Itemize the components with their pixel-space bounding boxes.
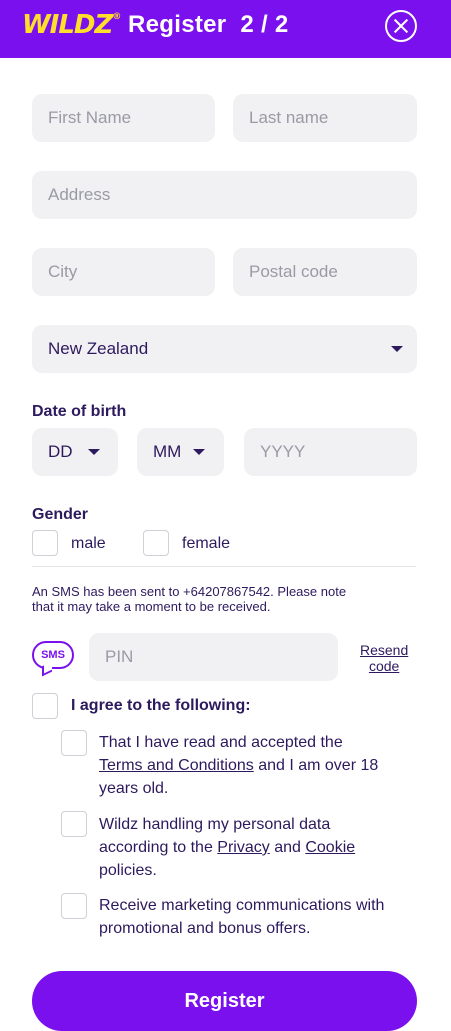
gender-male-label: male xyxy=(71,535,106,552)
privacy-line2-pre: according to the xyxy=(99,839,218,856)
address-placeholder: Address xyxy=(48,185,111,204)
resend-line1: Resend xyxy=(360,642,409,658)
sms-icon: SMS xyxy=(32,641,74,669)
close-icon[interactable] xyxy=(385,10,417,42)
dob-label: Date of birth xyxy=(32,403,127,420)
first-name-field[interactable]: First Name xyxy=(32,94,215,142)
first-name-placeholder: First Name xyxy=(48,108,132,127)
dob-year-field[interactable]: YYYY xyxy=(244,428,417,476)
privacy-line1: Wildz handling my personal data xyxy=(99,816,331,833)
gender-female-checkbox[interactable] xyxy=(143,530,169,556)
logo-registered-mark: ® xyxy=(112,12,121,23)
chevron-down-icon xyxy=(193,449,205,455)
dob-month-value: MM xyxy=(153,442,182,461)
address-field[interactable]: Address xyxy=(32,171,417,219)
chevron-down-icon xyxy=(88,449,100,455)
marketing-text: Receive marketing communications with pr… xyxy=(99,894,429,940)
country-value: New Zealand xyxy=(48,339,149,358)
resend-line2: code xyxy=(368,658,400,674)
gender-female-label: female xyxy=(182,535,231,552)
chevron-down-icon xyxy=(391,346,403,352)
cookie-link[interactable]: Cookie xyxy=(305,839,355,856)
last-name-field[interactable]: Last name xyxy=(233,94,417,142)
page-title: Register 2 / 2 xyxy=(128,11,289,38)
terms-line1: That I have read and accepted the xyxy=(99,734,343,751)
sms-notice-line2: that it may take a moment to be received… xyxy=(32,599,271,614)
marketing-checkbox[interactable] xyxy=(61,893,87,919)
privacy-line3: policies. xyxy=(99,862,157,879)
logo-text: WILDZ xyxy=(22,10,113,40)
terms-line3: years old. xyxy=(99,780,169,797)
city-placeholder: City xyxy=(48,262,78,281)
agree-all-label: I agree to the following: xyxy=(71,697,251,714)
divider xyxy=(32,566,416,567)
privacy-link[interactable]: Privacy xyxy=(217,839,269,856)
terms-link[interactable]: Terms and Conditions xyxy=(99,757,254,774)
terms-line2-rest: and I am over 18 xyxy=(253,757,379,774)
dob-year-placeholder: YYYY xyxy=(260,442,306,461)
country-select[interactable]: New Zealand xyxy=(32,325,417,373)
last-name-placeholder: Last name xyxy=(249,108,329,127)
postal-code-placeholder: Postal code xyxy=(249,262,338,281)
wildz-logo: WILDZ® xyxy=(22,10,121,40)
dob-month-select[interactable]: MM xyxy=(137,428,224,476)
register-button[interactable]: Register xyxy=(32,971,417,1031)
gender-male-checkbox[interactable] xyxy=(32,530,58,556)
marketing-line1: Receive marketing communications with xyxy=(99,897,385,914)
header-bar: WILDZ® Register 2 / 2 xyxy=(0,0,451,58)
privacy-text: Wildz handling my personal data accordin… xyxy=(99,813,429,882)
terms-text: That I have read and accepted the Terms … xyxy=(99,731,429,800)
resend-code-link[interactable]: Resend code xyxy=(360,642,408,674)
postal-code-field[interactable]: Postal code xyxy=(233,248,417,296)
dob-day-value: DD xyxy=(48,442,73,461)
city-field[interactable]: City xyxy=(32,248,215,296)
pin-field[interactable]: PIN xyxy=(89,633,338,681)
terms-checkbox[interactable] xyxy=(61,730,87,756)
pin-placeholder: PIN xyxy=(105,647,134,666)
agree-all-checkbox[interactable] xyxy=(32,693,58,719)
sms-badge-text: SMS xyxy=(41,649,65,661)
marketing-line2: promotional and bonus offers. xyxy=(99,920,311,937)
privacy-and: and xyxy=(269,839,306,856)
dob-day-select[interactable]: DD xyxy=(32,428,118,476)
sms-notice-line1: An SMS has been sent to +64207867542. Pl… xyxy=(32,584,347,599)
gender-label: Gender xyxy=(32,506,89,523)
privacy-checkbox[interactable] xyxy=(61,811,87,837)
